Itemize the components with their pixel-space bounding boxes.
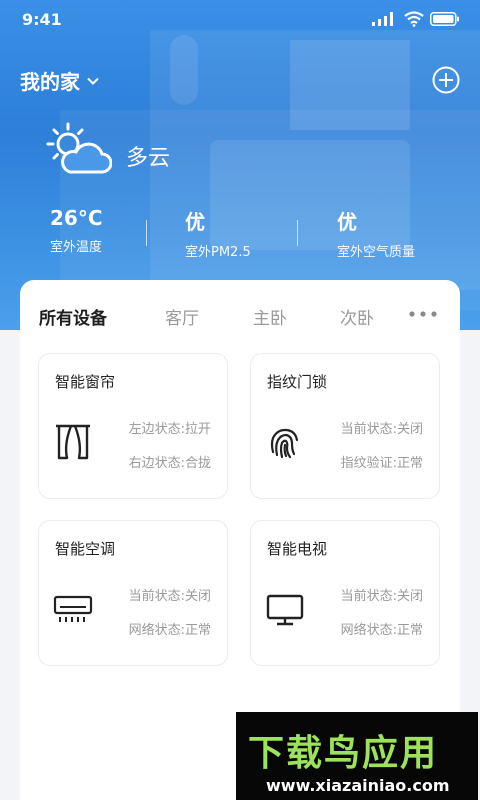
device-status-1: 当前状态:关闭 (128, 589, 211, 604)
room-tabs: 所有设备 客厅 主卧 次卧 (20, 280, 460, 352)
metric-pm25: 优 室外PM2.5 (185, 206, 251, 260)
device-status-2: 网络状态:正常 (128, 623, 211, 638)
home-name: 我的家 (20, 70, 80, 94)
metric-air-quality: 优 室外空气质量 (337, 206, 415, 260)
watermark-banner: 下载鸟应用 www.xiazainiao.com (236, 712, 478, 800)
more-icon[interactable] (408, 310, 438, 318)
home-selector[interactable]: 我的家 (20, 66, 100, 95)
device-name: 智能电视 (267, 540, 328, 558)
tab-second-bedroom[interactable]: 次卧 (340, 304, 374, 329)
fingerprint-icon (270, 428, 299, 459)
metric-label: 室外温度 (50, 240, 103, 255)
metric-divider (297, 220, 298, 246)
metric-value: 优 (337, 210, 357, 234)
watermark-url: www.xiazainiao.com (266, 776, 450, 795)
curtain-icon (56, 424, 90, 460)
status-time: 9:41 (22, 10, 62, 29)
device-card-air-conditioner[interactable]: 智能空调 当前状态:关闭 网络状态:正常 (38, 520, 228, 666)
device-status-2: 指纹验证:正常 (340, 456, 423, 471)
metric-value: 26°C (50, 206, 103, 230)
metric-label: 室外PM2.5 (185, 245, 251, 260)
device-status-1: 当前状态:关闭 (340, 422, 423, 437)
device-status-2: 网络状态:正常 (340, 623, 423, 638)
room-window (290, 40, 410, 130)
room-lamp (170, 35, 198, 105)
metric-value: 优 (185, 210, 205, 234)
watermark-brand: 下载鸟应用 (248, 733, 439, 774)
add-device-button[interactable] (431, 65, 461, 95)
battery-icon (430, 12, 459, 26)
device-name: 智能窗帘 (55, 373, 116, 391)
cellular-signal-icon (372, 12, 393, 26)
chevron-down-icon (87, 77, 99, 85)
metric-label: 室外空气质量 (337, 245, 416, 260)
tab-master-bedroom[interactable]: 主卧 (253, 304, 287, 329)
tab-living-room[interactable]: 客厅 (165, 304, 199, 329)
status-bar: 9:41 (0, 0, 480, 40)
partly-cloudy-icon (46, 122, 112, 174)
device-name: 指纹门锁 (267, 373, 328, 391)
device-card-tv[interactable]: 智能电视 当前状态:关闭 网络状态:正常 (250, 520, 440, 666)
tv-icon (266, 594, 304, 626)
device-status-1: 当前状态:关闭 (340, 589, 423, 604)
device-card-door-lock[interactable]: 指纹门锁 当前状态:关闭 指纹验证:正常 (250, 353, 440, 499)
metric-divider (146, 220, 147, 246)
air-conditioner-icon (53, 595, 93, 622)
metric-temperature: 26°C 室外温度 (50, 206, 103, 255)
device-status-2: 右边状态:合拢 (128, 456, 211, 471)
weather-condition: 多云 (126, 146, 171, 171)
device-status-1: 左边状态:拉开 (128, 422, 211, 437)
tab-all-devices[interactable]: 所有设备 (39, 304, 107, 329)
device-card-curtain[interactable]: 智能窗帘 左边状态:拉开 右边状态:合拢 (38, 353, 228, 499)
device-name: 智能空调 (55, 540, 116, 558)
wifi-icon (404, 11, 424, 27)
